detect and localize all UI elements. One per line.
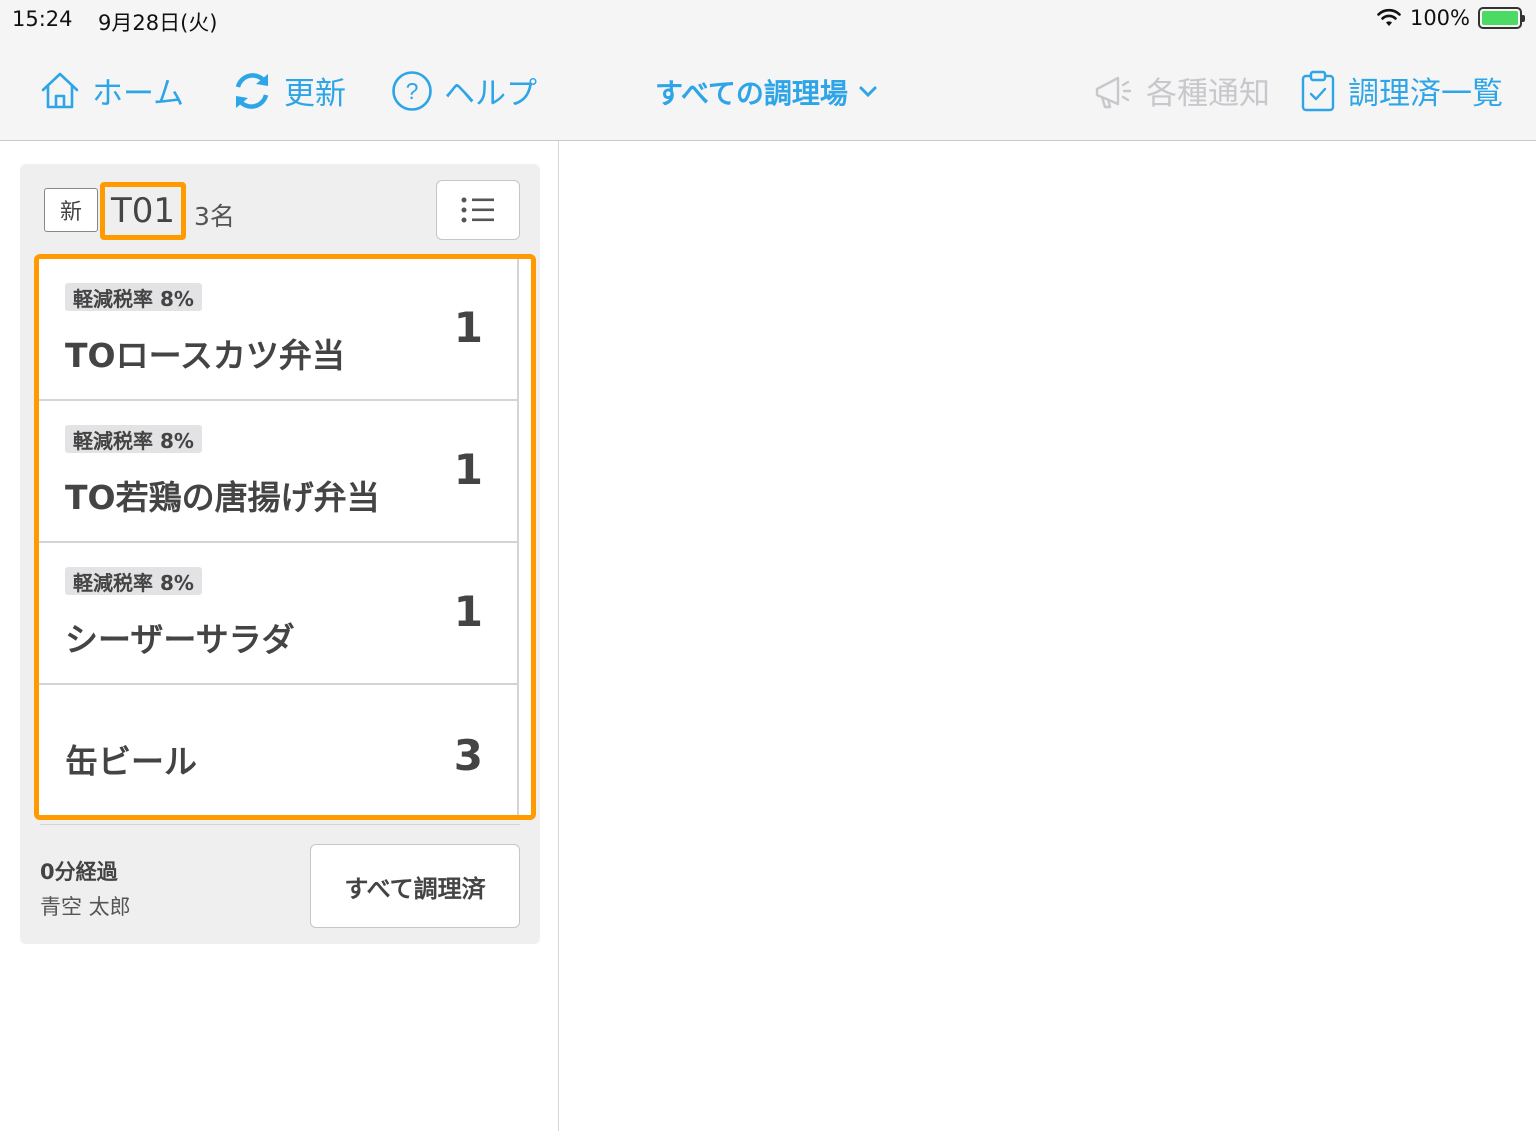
notifications-button[interactable]: 各種通知 (1092, 68, 1270, 113)
wifi-icon (1377, 8, 1401, 26)
guest-count: 3名 (194, 202, 235, 231)
cooked-list-button[interactable]: 調理済一覧 (1298, 68, 1503, 113)
complete-all-button[interactable]: すべて調理済 (310, 844, 520, 928)
order-item[interactable]: 軽減税率 8% TOロースカツ弁当 1 (39, 259, 519, 401)
tax-rate-tag: 軽減税率 8% (65, 425, 202, 453)
item-name: 缶ビール (65, 742, 197, 781)
status-date: 9月28日(火) (98, 11, 218, 35)
item-name: TO若鶏の唐揚げ弁当 (65, 478, 380, 517)
status-bar: 15:24 9月28日(火) 100% (0, 0, 1536, 40)
help-icon: ? (392, 70, 432, 111)
order-card-header: 新 T01 3名 (20, 164, 540, 254)
item-name: TOロースカツ弁当 (65, 336, 345, 375)
staff-name: 青空 太郎 (40, 895, 131, 919)
item-name: シーザーサラダ (65, 620, 295, 659)
tax-rate-tag: 軽減税率 8% (65, 283, 202, 311)
home-icon (41, 72, 79, 108)
refresh-button[interactable]: 更新 (230, 68, 346, 113)
order-items-list: 軽減税率 8% TOロースカツ弁当 1 軽減税率 8% TO若鶏の唐揚げ弁当 1… (34, 254, 536, 820)
help-button[interactable]: ? ヘルプ (390, 68, 537, 113)
svg-text:?: ? (406, 78, 419, 104)
table-number: T01 (100, 182, 186, 240)
order-item[interactable]: 軽減税率 8% TO若鶏の唐揚げ弁当 1 (39, 401, 519, 543)
order-card: 新 T01 3名 軽減税率 8% TOロースカツ弁当 1 軽減税率 8% TO若… (20, 164, 540, 944)
order-item[interactable]: 軽減税率 8% シーザーサラダ 1 (39, 543, 519, 685)
cooked-list-label: 調理済一覧 (1348, 76, 1503, 112)
item-quantity: 3 (453, 731, 483, 780)
nav-bar: ホーム 更新 ? ヘルプ すべての調理場 各種通知 調理済一覧 (0, 40, 1536, 141)
clipboard-check-icon (1301, 70, 1335, 111)
kitchen-selector[interactable]: すべての調理場 (655, 72, 878, 112)
battery-icon (1478, 7, 1525, 29)
status-time: 15:24 (12, 7, 73, 31)
item-quantity: 1 (453, 445, 483, 494)
new-badge: 新 (44, 188, 98, 232)
order-item[interactable]: 缶ビール 3 (39, 685, 519, 815)
battery-percent: 100% (1409, 6, 1470, 30)
kitchen-selector-label: すべての調理場 (655, 77, 848, 110)
status-indicators: 100% (1376, 6, 1525, 30)
card-footer-divider (40, 824, 520, 825)
help-label: ヘルプ (444, 76, 537, 112)
refresh-icon (235, 72, 269, 109)
megaphone-icon (1095, 76, 1132, 108)
pane-divider (558, 141, 559, 1131)
refresh-label: 更新 (284, 76, 346, 112)
tax-rate-tag: 軽減税率 8% (65, 567, 202, 595)
home-label: ホーム (92, 76, 185, 112)
list-icon (461, 197, 494, 223)
elapsed-time: 0分経過 (40, 860, 118, 884)
item-quantity: 1 (453, 587, 483, 636)
order-menu-button[interactable] (436, 180, 520, 240)
item-quantity: 1 (453, 303, 483, 352)
notifications-label: 各種通知 (1146, 76, 1270, 112)
chevron-down-icon (859, 86, 877, 98)
home-button[interactable]: ホーム (38, 68, 184, 113)
